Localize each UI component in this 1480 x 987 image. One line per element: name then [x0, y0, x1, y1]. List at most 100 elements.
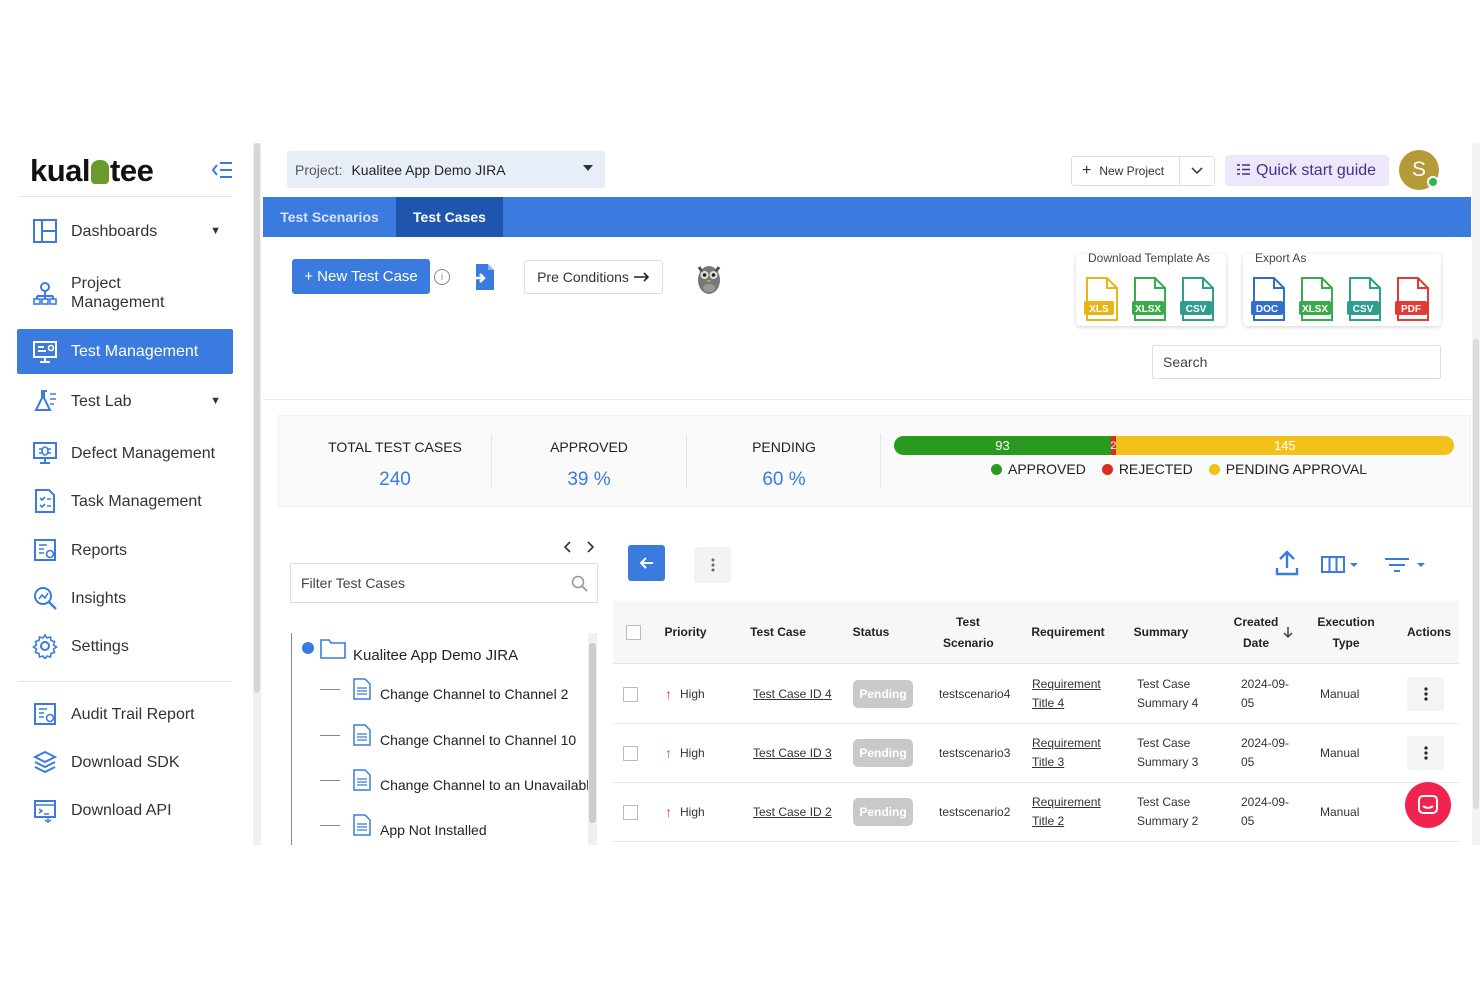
- csv-template-icon[interactable]: CSV: [1179, 277, 1217, 321]
- checkbox[interactable]: [625, 625, 641, 640]
- requirement-link[interactable]: Title 4: [1032, 694, 1064, 713]
- arrow-right-icon: [633, 272, 650, 282]
- search-input[interactable]: Search: [1152, 345, 1441, 379]
- chevron-down-icon[interactable]: ▼: [210, 395, 221, 407]
- date-text: 2024-09-: [1241, 736, 1290, 750]
- page-scrollbar-thumb[interactable]: [1473, 339, 1479, 809]
- tab-test-cases[interactable]: Test Cases: [396, 197, 503, 237]
- column-header-test-case[interactable]: Test Case: [743, 601, 813, 664]
- sidebar-item-dashboards[interactable]: Dashboards ▼: [17, 213, 233, 249]
- filter-icon[interactable]: [1384, 557, 1428, 578]
- column-header-requirement[interactable]: Requirement: [1028, 601, 1108, 664]
- checkbox[interactable]: [623, 686, 638, 702]
- chevron-right-icon[interactable]: [586, 540, 595, 556]
- tree-scrollbar-thumb[interactable]: [589, 643, 596, 823]
- new-project-dropdown[interactable]: [1179, 157, 1214, 185]
- row-checkbox-cell[interactable]: [623, 724, 638, 782]
- sidebar-item-task-management[interactable]: Task Management: [17, 483, 233, 519]
- table-row[interactable]: ↑ High Test Case ID 4 Pending testscenari…: [613, 665, 1459, 724]
- owl-mascot-icon[interactable]: [695, 261, 723, 300]
- sidebar-item-test-lab[interactable]: Test Lab ▼: [17, 383, 233, 419]
- import-icon[interactable]: [471, 263, 497, 296]
- column-header-created-date[interactable]: Created Date: [1231, 601, 1295, 664]
- upload-icon[interactable]: [1275, 550, 1299, 581]
- pre-conditions-button[interactable]: Pre Conditions: [524, 260, 663, 294]
- xls-template-icon[interactable]: XLS: [1083, 277, 1121, 321]
- tree-item-label: App Not Installed: [380, 822, 487, 838]
- requirement-cell[interactable]: Requirement Title 3: [1032, 724, 1101, 782]
- xlsx-template-icon[interactable]: XLSX: [1131, 277, 1169, 321]
- sidebar-item-project-management[interactable]: Project Management: [17, 273, 233, 313]
- pdf-export-icon[interactable]: PDF: [1394, 277, 1432, 321]
- test-case-cell[interactable]: Test Case ID 3: [753, 724, 832, 782]
- row-actions-button[interactable]: [1407, 736, 1444, 770]
- columns-icon[interactable]: [1321, 555, 1361, 578]
- back-button[interactable]: [628, 545, 665, 581]
- column-header-priority[interactable]: Priority: [658, 601, 713, 664]
- test-case-cell[interactable]: Test Case ID 2: [753, 783, 832, 841]
- sidebar-item-download-sdk[interactable]: Download SDK: [17, 744, 233, 780]
- tab-label: Test Cases: [413, 209, 486, 225]
- chevron-left-icon[interactable]: [563, 540, 572, 556]
- tree-item[interactable]: Change Channel to an Unavailable: [320, 769, 597, 793]
- tree-root-node[interactable]: Kualitee App Demo JIRA: [302, 637, 518, 664]
- tab-test-scenarios[interactable]: Test Scenarios: [263, 197, 396, 237]
- row-checkbox-cell[interactable]: [623, 665, 638, 723]
- requirement-cell[interactable]: Requirement Title 2: [1032, 783, 1101, 841]
- quick-start-guide-button[interactable]: Quick start guide: [1225, 155, 1389, 186]
- avatar[interactable]: S: [1399, 150, 1439, 190]
- collapse-sidebar-icon[interactable]: [211, 161, 233, 185]
- row-checkbox-cell[interactable]: [623, 783, 638, 841]
- requirement-link[interactable]: Title 3: [1032, 753, 1064, 772]
- checkbox[interactable]: [623, 745, 638, 761]
- sidebar-scrollbar[interactable]: [253, 143, 261, 845]
- sidebar-item-insights[interactable]: Insights: [17, 580, 233, 616]
- tree-scrollbar[interactable]: [588, 633, 597, 845]
- requirement-cell[interactable]: Requirement Title 4: [1032, 665, 1101, 723]
- requirement-link[interactable]: Requirement: [1032, 793, 1101, 812]
- requirement-link[interactable]: Requirement: [1032, 734, 1101, 753]
- xlsx-export-icon[interactable]: XLSX: [1298, 277, 1336, 321]
- column-header-status[interactable]: Status: [846, 601, 896, 664]
- tree-item[interactable]: App Not Installed: [320, 814, 487, 838]
- tree-node-toggle[interactable]: [302, 642, 314, 654]
- sidebar-item-settings[interactable]: Settings: [17, 628, 233, 664]
- kualitee-logo[interactable]: kual tee: [30, 153, 154, 189]
- new-project-button[interactable]: + New Project: [1071, 156, 1215, 186]
- table-row[interactable]: ↑ High Test Case ID 2 Pending testscenari…: [613, 783, 1459, 842]
- tree-item[interactable]: Change Channel to Channel 10: [320, 724, 576, 748]
- test-case-link[interactable]: Test Case ID 3: [753, 744, 832, 763]
- requirement-link[interactable]: Title 2: [1032, 812, 1064, 831]
- filter-test-cases-input[interactable]: Filter Test Cases: [290, 563, 598, 603]
- table-row[interactable]: ↑ High Test Case ID 3 Pending testscenari…: [613, 724, 1459, 783]
- csv-export-icon[interactable]: CSV: [1346, 277, 1384, 321]
- more-options-button[interactable]: [694, 547, 731, 583]
- sidebar-item-download-api[interactable]: Download API: [17, 792, 233, 828]
- column-header-execution-type[interactable]: Execution Type: [1313, 601, 1379, 664]
- search-icon[interactable]: [571, 575, 588, 595]
- sort-down-icon[interactable]: [1283, 626, 1293, 639]
- page-scrollbar[interactable]: [1472, 143, 1480, 845]
- row-actions-button[interactable]: [1407, 677, 1444, 711]
- sidebar-item-audit-trail[interactable]: Audit Trail Report: [17, 696, 233, 732]
- doc-export-icon[interactable]: DOC: [1250, 277, 1288, 321]
- chat-launcher-button[interactable]: [1405, 782, 1451, 828]
- sidebar-scrollbar-thumb[interactable]: [254, 143, 260, 693]
- chevron-down-icon[interactable]: ▼: [210, 225, 221, 237]
- requirement-link[interactable]: Requirement: [1032, 675, 1101, 694]
- column-header-test-scenario[interactable]: Test Scenario: [938, 601, 998, 664]
- sidebar-item-reports[interactable]: Reports: [17, 532, 233, 568]
- column-header-summary[interactable]: Summary: [1131, 601, 1191, 664]
- select-all-checkbox[interactable]: [623, 601, 643, 664]
- stat-approved-label: APPROVED: [550, 439, 628, 455]
- sidebar-item-defect-management[interactable]: Defect Management: [17, 435, 233, 471]
- tree-item[interactable]: Change Channel to Channel 2: [320, 678, 568, 702]
- project-select[interactable]: Project: Kualitee App Demo JIRA: [287, 151, 605, 188]
- sidebar-item-test-management[interactable]: Test Management: [17, 329, 233, 374]
- checkbox[interactable]: [623, 804, 638, 820]
- test-case-cell[interactable]: Test Case ID 4: [753, 665, 832, 723]
- new-test-case-button[interactable]: + New Test Case: [292, 259, 430, 294]
- test-case-link[interactable]: Test Case ID 2: [753, 803, 832, 822]
- test-case-link[interactable]: Test Case ID 4: [753, 685, 832, 704]
- info-icon[interactable]: i: [434, 269, 450, 285]
